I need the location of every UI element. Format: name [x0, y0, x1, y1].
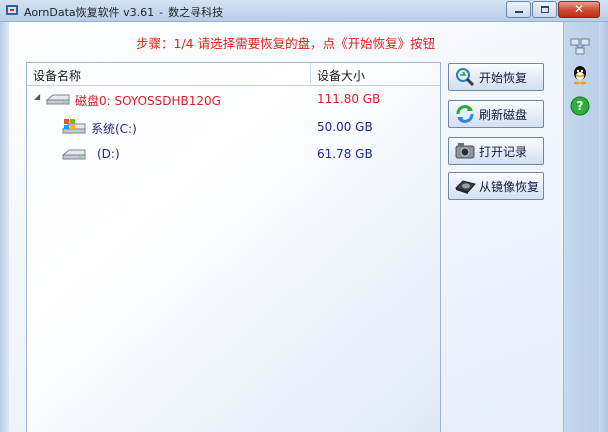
- qq-icon[interactable]: [569, 64, 591, 86]
- app-title: AornData恢复软件 v3.61: [24, 6, 155, 19]
- app-icon: [6, 5, 18, 15]
- refresh-disk-label: 刷新磁盘: [479, 107, 528, 122]
- recover-from-image-button[interactable]: 从镜像恢复: [448, 172, 544, 200]
- device-row-d[interactable]: (D:) 61.78 GB: [27, 143, 440, 165]
- maximize-button[interactable]: [532, 1, 557, 18]
- svg-text:?: ?: [577, 99, 584, 113]
- device-row-disk0[interactable]: ◢ 磁盘0: SOYOSSDHB120G 111.80 GB: [27, 88, 440, 110]
- start-recovery-button[interactable]: 开始恢复: [448, 63, 544, 91]
- close-button[interactable]: ✕: [558, 1, 600, 18]
- device-name: (D:): [97, 147, 120, 161]
- refresh-icon: [456, 105, 474, 123]
- window-controls: ✕: [505, 1, 600, 19]
- column-divider[interactable]: [310, 63, 311, 85]
- device-row-c[interactable]: 系统(C:) 50.00 GB: [27, 116, 440, 138]
- drive-icon: [61, 149, 86, 160]
- maximize-icon: [541, 6, 549, 13]
- network-icon[interactable]: [569, 35, 591, 57]
- system-drive-icon: [61, 119, 86, 134]
- window-frame-right: [599, 22, 608, 432]
- device-list[interactable]: 设备名称 设备大小 ◢ 磁盘0: SOYOSSDHB120G 111.80 GB…: [26, 62, 441, 432]
- device-name: 磁盘0: SOYOSSDHB120G: [75, 94, 221, 108]
- open-record-label: 打开记录: [479, 144, 528, 159]
- column-header-size[interactable]: 设备大小: [317, 67, 365, 84]
- device-size: 61.78 GB: [317, 147, 373, 161]
- camera-record-icon: [455, 143, 475, 159]
- device-size: 50.00 GB: [317, 120, 373, 134]
- title-bar: AornData恢复软件 v3.61- 数之寻科技 ✕: [0, 0, 608, 22]
- magnifier-icon: [456, 68, 475, 87]
- window-title: AornData恢复软件 v3.61- 数之寻科技: [24, 6, 224, 19]
- step-instruction: 步骤：1/4 请选择需要恢复的盘，点《开始恢复》按钮: [136, 36, 436, 51]
- tree-expand-icon[interactable]: ◢: [34, 92, 40, 101]
- help-icon[interactable]: ?: [569, 95, 591, 117]
- company-name: 数之寻科技: [168, 6, 224, 19]
- minimize-icon: [515, 11, 523, 13]
- column-header-name[interactable]: 设备名称: [33, 67, 81, 84]
- minimize-button[interactable]: [506, 1, 531, 18]
- disk-icon: [45, 94, 70, 105]
- refresh-disk-button[interactable]: 刷新磁盘: [448, 100, 544, 128]
- start-recovery-label: 开始恢复: [479, 70, 528, 85]
- device-name: 系统(C:): [91, 122, 137, 136]
- window-frame-left: [0, 22, 9, 432]
- close-icon: ✕: [573, 2, 585, 16]
- recover-from-image-label: 从镜像恢复: [479, 179, 540, 194]
- open-record-button[interactable]: 打开记录: [448, 137, 544, 165]
- device-list-header: 设备名称 设备大小: [27, 63, 440, 86]
- disk-image-icon: [455, 180, 476, 194]
- device-size: 111.80 GB: [317, 92, 381, 106]
